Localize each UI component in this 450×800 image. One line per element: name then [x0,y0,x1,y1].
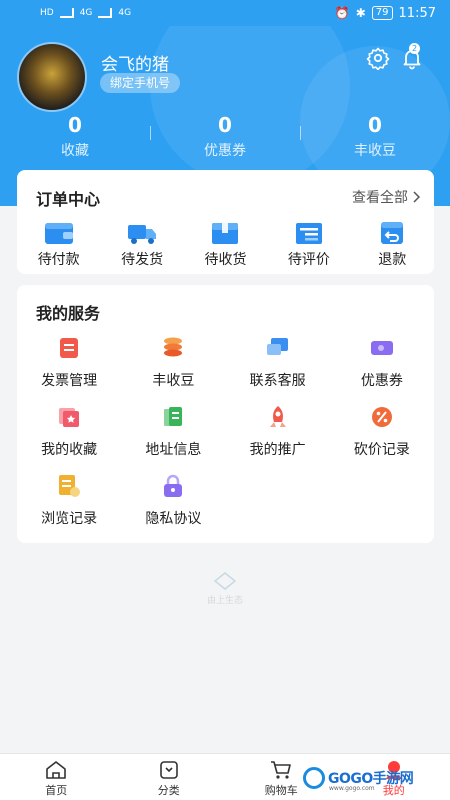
order-pending-receipt[interactable]: 待收货 [184,220,267,269]
service-browse-history[interactable]: 浏览记录 [17,473,121,542]
chat-icon [266,338,288,355]
alarm-icon: ⏰ [334,6,350,20]
service-label: 浏览记录 [41,511,98,527]
service-bargain-history[interactable]: 砍价记录 [330,404,434,473]
service-privacy-policy[interactable]: 隐私协议 [121,473,225,542]
status-4g-label-1: 4G [79,8,93,18]
service-promotion[interactable]: 我的推广 [226,404,330,473]
service-label: 联系客服 [249,373,306,389]
stat-value: 0 [368,113,382,137]
site-logo-icon [303,767,325,789]
service-beans[interactable]: 丰收豆 [121,335,225,404]
avatar[interactable] [17,42,87,112]
services-title: 我的服务 [36,304,101,323]
bind-phone-button[interactable]: 绑定手机号 [100,73,181,93]
service-label: 发票管理 [41,373,98,389]
order-refund[interactable]: 退款 [351,220,434,269]
watermark-icon [213,572,237,590]
service-coupons[interactable]: 优惠券 [330,335,434,404]
notification-badge: 2 [409,43,420,54]
order-center-card: 订单中心 查看全部 待付款 待发货 待收货 待评价 退款 [17,170,434,274]
order-pending-shipment[interactable]: 待发货 [100,220,183,269]
stat-label: 丰收豆 [354,143,396,159]
service-favorites[interactable]: 我的收藏 [17,404,121,473]
service-label: 我的收藏 [41,442,98,458]
chevron-right-icon [413,191,420,203]
settings-icon[interactable] [366,46,390,70]
my-services-card: 我的服务 发票管理 丰收豆 联系客服 优惠券 我的收藏 地址信息 我的推广 砍价… [17,285,434,543]
service-label: 优惠券 [360,373,403,389]
nav-category[interactable]: 分类 [113,754,226,800]
view-all-orders-link[interactable]: 查看全部 [352,187,420,207]
cart-icon [271,761,292,779]
history-icon [59,475,81,497]
stat-value: 0 [218,113,232,137]
services-grid: 发票管理 丰收豆 联系客服 优惠券 我的收藏 地址信息 我的推广 砍价记录 浏览… [17,335,434,542]
order-item-label: 退款 [378,252,407,268]
service-label: 丰收豆 [152,373,195,389]
status-time: 11:57 [398,5,436,21]
refund-icon [381,222,404,244]
order-item-label: 待评价 [287,252,330,268]
nav-home[interactable]: 首页 [0,754,113,800]
category-icon [159,761,178,779]
coupon-icon [370,341,393,355]
bargain-icon [371,407,392,427]
stat-label: 收藏 [61,143,89,159]
status-4g-label-2: 4G [118,8,132,18]
signal-icon [98,8,113,18]
service-label: 地址信息 [145,442,202,458]
stat-beans[interactable]: 0 丰收豆 [300,112,450,162]
order-pending-review[interactable]: 待评价 [267,220,350,269]
address-icon [164,407,183,426]
service-label: 隐私协议 [145,511,202,527]
service-customer-support[interactable]: 联系客服 [226,335,330,404]
nav-label: 分类 [157,784,180,797]
watermark-text: 由上生态 [206,596,243,606]
site-logo-subtext: www.gogo.com [329,785,375,792]
order-center-title: 订单中心 [36,190,101,209]
watermark-logo: 由上生态 [195,572,255,608]
bluetooth-icon: ✱ [355,6,366,20]
service-address[interactable]: 地址信息 [121,404,225,473]
home-icon [46,761,67,779]
service-label: 我的推广 [249,442,306,458]
stat-coupons[interactable]: 0 优惠券 [150,112,300,162]
battery-level: 79 [371,6,393,20]
rocket-icon [269,406,286,427]
invoice-icon [60,338,79,358]
stat-favorites[interactable]: 0 收藏 [0,112,150,162]
status-left: HD 4G 4G [40,8,131,18]
view-all-label: 查看全部 [352,190,408,206]
order-pending-payment[interactable]: 待付款 [17,220,100,269]
box-icon [212,223,239,244]
coins-icon [164,337,183,357]
stat-label: 优惠券 [204,143,246,159]
stat-value: 0 [68,113,82,137]
status-right: ⏰ ✱ 79 11:57 [335,6,436,21]
order-status-row: 待付款 待发货 待收货 待评价 退款 [17,220,434,269]
lock-icon [164,474,183,497]
status-hd-label: HD [40,8,54,18]
order-item-label: 待付款 [37,252,80,268]
username: 会飞的猪 [101,55,169,75]
signal-icon [59,8,74,18]
service-label: 砍价记录 [353,442,410,458]
favorite-icon [59,408,80,427]
site-watermark-logo: GOGO手游网 www.gogo.com [303,763,414,793]
nav-label: 首页 [45,784,68,797]
wallet-icon [44,223,73,244]
stats-row: 0 收藏 0 优惠券 0 丰收豆 [0,112,450,162]
review-icon [295,223,322,244]
truck-icon [128,225,157,244]
status-bar: HD 4G 4G ⏰ ✱ 79 11:57 [0,0,450,26]
service-invoice[interactable]: 发票管理 [17,335,121,404]
order-item-label: 待发货 [121,252,164,268]
order-item-label: 待收货 [204,252,247,268]
